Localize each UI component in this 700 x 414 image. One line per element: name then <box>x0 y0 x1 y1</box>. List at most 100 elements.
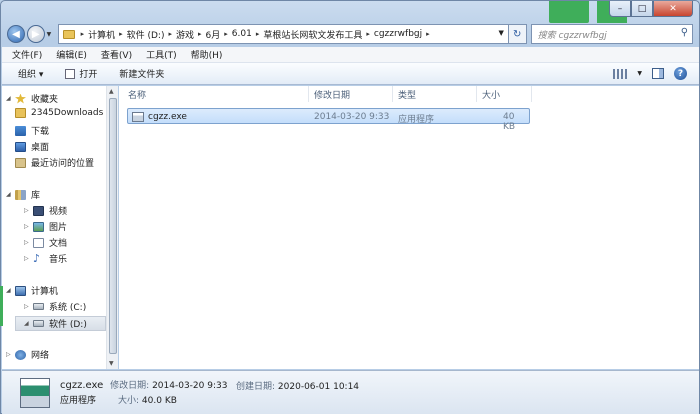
open-label: 打开 <box>79 70 98 80</box>
details-type: 应用程序 <box>60 396 97 406</box>
organize-label: 组织 ▾ <box>18 70 44 80</box>
close-button[interactable]: ✕ <box>653 1 693 17</box>
file-size: 40 KB <box>503 112 516 132</box>
column-header-name[interactable]: 名称 <box>123 86 309 102</box>
nav-item-downloads[interactable]: 下载 <box>15 124 117 137</box>
nav-label: 系统 (C:) <box>49 303 87 313</box>
nav-label: 计算机 <box>31 287 59 297</box>
application-icon <box>132 112 144 122</box>
menu-bar: 文件(F) 编辑(E) 查看(V) 工具(T) 帮助(H) <box>2 47 699 63</box>
recent-pages-dropdown[interactable]: ▼ <box>47 31 55 38</box>
nav-label: 图片 <box>49 223 68 233</box>
menu-edit[interactable]: 编辑(E) <box>56 48 87 61</box>
details-filename: cgzz.exe <box>60 380 104 391</box>
nav-libraries[interactable]: ◢ 库 <box>6 188 108 201</box>
details-created-value: 2020-06-01 10:14 <box>277 382 360 392</box>
column-header-type[interactable]: 类型 <box>393 86 477 102</box>
chevron-down-icon[interactable]: ▼ <box>637 70 642 77</box>
expand-arrow-icon[interactable]: ▷ <box>24 255 33 262</box>
network-icon <box>15 349 26 360</box>
expand-arrow-icon[interactable]: ◢ <box>6 191 15 198</box>
folder-icon <box>15 108 26 118</box>
refresh-button[interactable]: ↻ <box>508 24 527 44</box>
nav-label: 最近访问的位置 <box>31 159 95 169</box>
menu-help[interactable]: 帮助(H) <box>191 48 223 61</box>
crumb-drive-d[interactable]: 软件 (D:) <box>127 28 165 41</box>
nav-item-recent[interactable]: 最近访问的位置 <box>15 156 117 169</box>
folder-icon <box>62 29 75 39</box>
open-button[interactable]: 打开 <box>65 67 97 80</box>
navigation-pane: ◢ 收藏夹 2345Downloads 下载 桌面 最近访问的位置 ◢ 库 ▷ 视频 … <box>2 86 118 369</box>
crumb-tool[interactable]: 草根站长网软文发布工具 <box>263 28 362 41</box>
details-size-value: 40.0 KB <box>141 396 177 406</box>
command-bar: 组织 ▾ 打开 新建文件夹 ▼ ? <box>2 63 699 85</box>
view-controls: ▼ ? <box>603 67 687 80</box>
new-folder-label: 新建文件夹 <box>119 70 165 80</box>
details-modified: 2014-03-20 9:33 <box>152 381 228 391</box>
new-folder-button[interactable]: 新建文件夹 <box>119 67 164 80</box>
star-icon <box>15 93 26 104</box>
menu-file[interactable]: 文件(F) <box>12 48 42 61</box>
nav-computer[interactable]: ◢ 计算机 <box>6 284 108 297</box>
expand-arrow-icon[interactable]: ◢ <box>6 287 15 294</box>
crumb-games[interactable]: 游戏 <box>176 28 194 41</box>
expand-arrow-icon[interactable]: ◢ <box>24 320 33 327</box>
recent-places-icon <box>15 157 26 168</box>
maximize-button[interactable]: □ <box>631 1 653 17</box>
minimize-button[interactable]: – <box>609 1 631 17</box>
crumb-6-01[interactable]: 6.01 <box>232 29 252 39</box>
menu-view[interactable]: 查看(V) <box>101 48 132 61</box>
nav-label: 网络 <box>31 351 50 361</box>
drive-icon <box>33 303 44 310</box>
help-icon[interactable]: ? <box>674 67 687 80</box>
menu-tools[interactable]: 工具(T) <box>146 48 177 61</box>
column-header-modified[interactable]: 修改日期 <box>309 86 393 102</box>
nav-item-drive-d[interactable]: ◢ 软件 (D:) <box>15 316 106 331</box>
expand-arrow-icon[interactable]: ▷ <box>6 351 15 358</box>
open-icon <box>65 68 76 79</box>
nav-item-desktop[interactable]: 桌面 <box>15 140 117 153</box>
nav-label: 2345Downloads <box>31 108 104 118</box>
file-modified: 2014-03-20 9:33 <box>314 112 390 122</box>
nav-scrollbar[interactable]: ▲ ▼ <box>106 86 118 369</box>
chevron-down-icon[interactable]: ▼ <box>498 29 503 37</box>
file-type: 应用程序 <box>398 115 435 125</box>
organize-button[interactable]: 组织 ▾ <box>18 67 43 80</box>
address-bar[interactable]: ▸ 计算机 ▸ 软件 (D:) ▸ 游戏 ▸ 6月 ▸ 6.01 ▸ 草根站长网软文发布工… <box>57 24 509 44</box>
nav-favorites[interactable]: ◢ 收藏夹 <box>6 92 108 105</box>
details-size-label: 大小: <box>118 396 140 406</box>
expand-arrow-icon[interactable]: ▷ <box>24 239 33 246</box>
expand-arrow-icon[interactable]: ◢ <box>6 95 15 102</box>
scroll-down-icon[interactable]: ▼ <box>109 360 114 367</box>
scroll-up-icon[interactable]: ▲ <box>109 88 114 95</box>
nav-label: 收藏夹 <box>31 95 59 105</box>
details-line-1: cgzz.exe 修改日期: 2014-03-20 9:33 <box>60 378 227 391</box>
expand-arrow-icon[interactable]: ▷ <box>24 223 33 230</box>
file-row[interactable]: cgzz.exe 2014-03-20 9:33 应用程序 40 KB <box>127 108 530 132</box>
search-icon[interactable]: ⚲ <box>681 27 688 38</box>
nav-label: 软件 (D:) <box>49 320 87 330</box>
crumb-june[interactable]: 6月 <box>206 28 221 41</box>
column-header-size[interactable]: 大小 <box>477 86 532 102</box>
nav-label: 下载 <box>31 127 50 137</box>
details-size: 大小: 40.0 KB <box>118 393 177 406</box>
scrollbar-thumb[interactable] <box>109 98 117 354</box>
expand-arrow-icon[interactable]: ▷ <box>24 303 33 310</box>
nav-label: 音乐 <box>49 255 68 265</box>
crumb-current[interactable]: cgzzrwfbgj <box>374 29 422 39</box>
search-input[interactable]: 搜索 cgzzrwfbgj ⚲ <box>530 24 694 44</box>
expand-arrow-icon[interactable]: ▷ <box>24 207 33 214</box>
library-icon <box>15 189 26 200</box>
nav-item-2345downloads[interactable]: 2345Downloads <box>15 108 117 118</box>
video-icon <box>33 205 44 216</box>
explorer-window: – □ ✕ ◀ ▶ ▼ ▸ 计算机 ▸ 软件 (D:) ▸ 游戏 ▸ 6月 ▸ 6.01… <box>0 0 700 414</box>
back-button[interactable]: ◀ <box>7 25 25 43</box>
forward-button[interactable]: ▶ <box>26 25 45 43</box>
nav-network[interactable]: ▷ 网络 <box>6 348 108 361</box>
preview-pane-icon[interactable] <box>652 68 664 79</box>
nav-label: 库 <box>31 191 41 201</box>
crumb-computer[interactable]: 计算机 <box>88 28 115 41</box>
view-options-icon[interactable] <box>613 68 628 79</box>
details-created-label: 创建日期: <box>236 382 276 392</box>
details-modified-label: 修改日期: <box>110 381 150 391</box>
